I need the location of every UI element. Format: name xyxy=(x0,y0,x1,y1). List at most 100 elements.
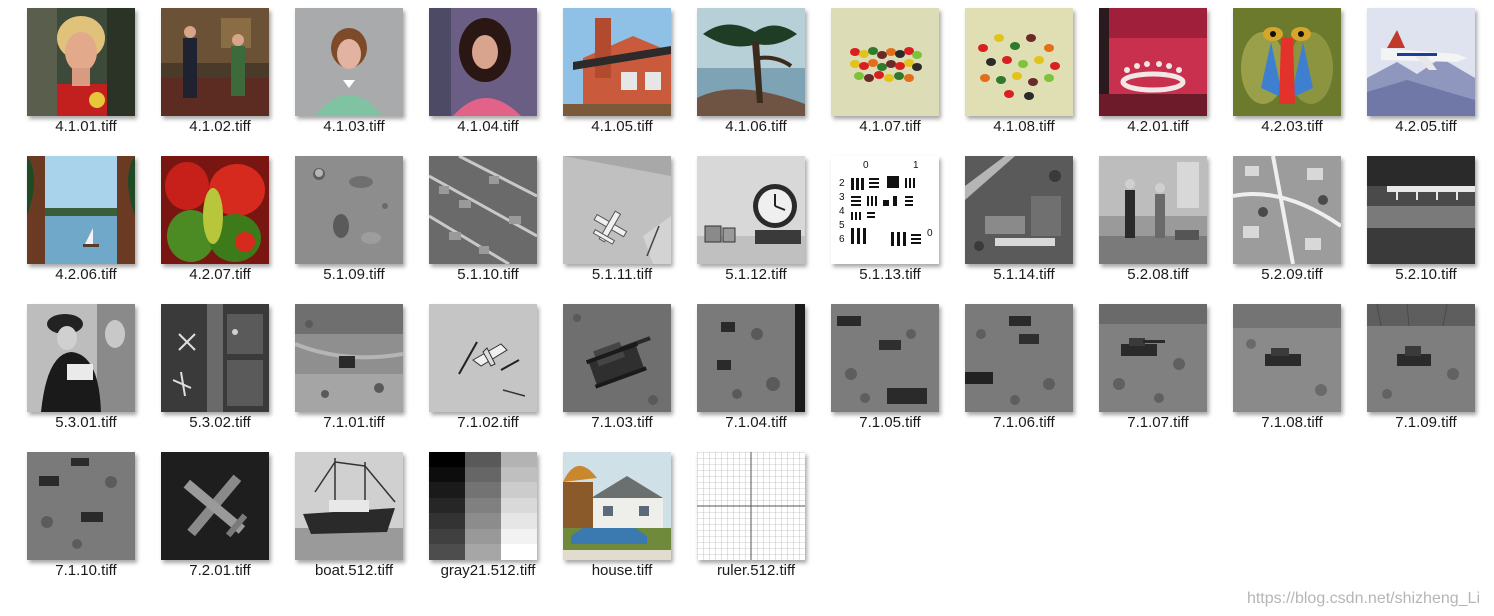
file-item[interactable]: 5.1.09.tiff xyxy=(287,148,421,296)
file-name: ruler.512.tiff xyxy=(716,562,796,579)
lake-sailboat-icon xyxy=(27,156,135,264)
file-name: boat.512.tiff xyxy=(314,562,394,579)
ruler-grid-icon xyxy=(697,452,805,560)
file-name: 5.3.01.tiff xyxy=(55,414,117,431)
file-item[interactable]: 4.2.05.tiff xyxy=(1359,0,1493,148)
file-name: 4.1.07.tiff xyxy=(859,118,921,135)
file-item[interactable]: 5.2.09.tiff xyxy=(1225,148,1359,296)
aerial-suburb-icon xyxy=(1233,156,1341,264)
file-item[interactable]: 5.1.12.tiff xyxy=(689,148,823,296)
file-item[interactable]: 5.2.08.tiff xyxy=(1091,148,1225,296)
file-name: 7.1.02.tiff xyxy=(457,414,519,431)
file-name: 5.1.11.tiff xyxy=(591,266,653,283)
file-item[interactable]: 7.1.10.tiff xyxy=(19,444,153,592)
aircraft-desert-icon xyxy=(429,304,537,412)
file-name: 5.2.09.tiff xyxy=(1261,266,1323,283)
file-name: 7.1.10.tiff xyxy=(55,562,117,579)
file-item[interactable]: ruler.512.tiff xyxy=(689,444,823,592)
file-item[interactable]: 5.1.14.tiff xyxy=(957,148,1091,296)
file-item[interactable]: 7.1.08.tiff xyxy=(1225,296,1359,444)
file-item[interactable]: 7.1.05.tiff xyxy=(823,296,957,444)
file-item[interactable]: 4.1.02.tiff xyxy=(153,0,287,148)
file-item[interactable]: 5.2.10.tiff xyxy=(1359,148,1493,296)
file-item[interactable]: 7.1.02.tiff xyxy=(421,296,555,444)
file-name: 4.2.06.tiff xyxy=(55,266,117,283)
file-item[interactable]: house.tiff xyxy=(555,444,689,592)
file-item[interactable]: gray21.512.tiff xyxy=(421,444,555,592)
file-name: 5.3.02.tiff xyxy=(189,414,251,431)
file-name: 5.1.13.tiff xyxy=(859,266,921,283)
file-item[interactable]: 5.1.11.tiff xyxy=(555,148,689,296)
watermark-text: https://blog.csdn.net/shizheng_Li xyxy=(1246,590,1480,607)
file-item[interactable]: 7.1.01.tiff xyxy=(287,296,421,444)
file-name: 4.2.05.tiff xyxy=(1395,118,1457,135)
file-item[interactable]: 7.1.09.tiff xyxy=(1359,296,1493,444)
airplane-dark-icon xyxy=(161,452,269,560)
file-item[interactable]: 7.1.04.tiff xyxy=(689,296,823,444)
jelly-beans-icon xyxy=(831,8,939,116)
jet-airplane-icon xyxy=(1367,8,1475,116)
milk-splash-icon xyxy=(1099,8,1207,116)
file-name: 4.2.01.tiff xyxy=(1127,118,1189,135)
file-item[interactable]: 7.1.06.tiff xyxy=(957,296,1091,444)
jelly-beans-scattered-icon xyxy=(965,8,1073,116)
file-name: 7.1.04.tiff xyxy=(725,414,787,431)
file-item[interactable]: 4.2.06.tiff xyxy=(19,148,153,296)
file-item[interactable]: 7.1.03.tiff xyxy=(555,296,689,444)
file-name: 5.1.12.tiff xyxy=(725,266,787,283)
trucks-desert-2-icon xyxy=(965,304,1073,412)
tank-icon xyxy=(563,304,671,412)
file-item[interactable]: 4.1.03.tiff xyxy=(287,0,421,148)
svg-text:0: 0 xyxy=(863,160,869,171)
file-item[interactable]: 4.1.07.tiff xyxy=(823,0,957,148)
file-name: house.tiff xyxy=(591,562,653,579)
mandrill-icon xyxy=(1233,8,1341,116)
svg-text:2: 2 xyxy=(839,178,845,189)
file-item[interactable]: 4.1.01.tiff xyxy=(19,0,153,148)
file-item[interactable]: 5.3.01.tiff xyxy=(19,296,153,444)
tank-desert-icon xyxy=(1099,304,1207,412)
moon-surface-icon xyxy=(295,156,403,264)
file-name: 4.1.04.tiff xyxy=(457,118,519,135)
file-name: 7.1.03.tiff xyxy=(591,414,653,431)
aerial-airplane-icon xyxy=(563,156,671,264)
file-item[interactable]: boat.512.tiff xyxy=(287,444,421,592)
file-item[interactable]: 4.1.05.tiff xyxy=(555,0,689,148)
truck-desert-icon xyxy=(295,304,403,412)
file-item[interactable]: 4.1.08.tiff xyxy=(957,0,1091,148)
clock-icon xyxy=(697,156,805,264)
file-item[interactable]: 01 23 45 60 5.1.13.tiff xyxy=(823,148,957,296)
svg-text:3: 3 xyxy=(839,192,845,203)
aerial-airport-icon xyxy=(161,304,269,412)
file-item[interactable]: 4.2.07.tiff xyxy=(153,148,287,296)
file-name: 4.1.06.tiff xyxy=(725,118,787,135)
svg-text:5: 5 xyxy=(839,220,845,231)
house-car-icon xyxy=(563,452,671,560)
man-seated-icon xyxy=(27,304,135,412)
file-name: 4.1.08.tiff xyxy=(993,118,1055,135)
portrait-girl-pink-icon xyxy=(429,8,537,116)
file-grid: 4.1.01.tiff 4.1.02.tiff 4.1.03.tiff 4.1.… xyxy=(19,0,1493,592)
file-item[interactable]: 4.1.04.tiff xyxy=(421,0,555,148)
file-item[interactable]: 4.1.06.tiff xyxy=(689,0,823,148)
boat-icon xyxy=(295,452,403,560)
svg-text:1: 1 xyxy=(913,160,919,171)
file-name: 4.2.07.tiff xyxy=(189,266,251,283)
file-item[interactable]: 5.3.02.tiff xyxy=(153,296,287,444)
cypress-tree-icon xyxy=(697,8,805,116)
file-item[interactable]: 4.2.03.tiff xyxy=(1225,0,1359,148)
file-item[interactable]: 7.2.01.tiff xyxy=(153,444,287,592)
vehicles-desert-icon xyxy=(697,304,805,412)
svg-text:6: 6 xyxy=(839,234,845,245)
file-name: 4.1.05.tiff xyxy=(591,118,653,135)
file-name: 5.1.09.tiff xyxy=(323,266,385,283)
vehicles-desert-2-icon xyxy=(27,452,135,560)
couple-living-room-icon xyxy=(161,8,269,116)
file-name: 7.1.05.tiff xyxy=(859,414,921,431)
file-item[interactable]: 4.2.01.tiff xyxy=(1091,0,1225,148)
file-name: 7.1.07.tiff xyxy=(1127,414,1189,431)
resolution-chart-icon: 0 1 2 3 4 5 6 0 xyxy=(831,156,939,264)
couple-gray-icon xyxy=(1099,156,1207,264)
file-item[interactable]: 5.1.10.tiff xyxy=(421,148,555,296)
file-item[interactable]: 7.1.07.tiff xyxy=(1091,296,1225,444)
